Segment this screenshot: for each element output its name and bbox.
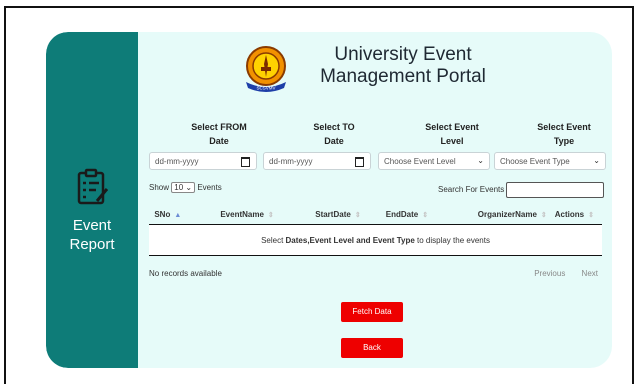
column-label: OrganizerName	[477, 209, 537, 219]
column-actions[interactable]: Actions ⇕	[554, 204, 602, 225]
event-level-selected: Choose Event Level	[384, 157, 456, 166]
sort-icon: ⇕	[540, 211, 547, 219]
main-panel: SCSVMV University Event Management Porta…	[138, 32, 612, 368]
sidebar: Event Report	[46, 32, 138, 368]
from-date-label-line1: Select FROM	[191, 122, 247, 132]
empty-msg-bold2: Event Type	[372, 235, 415, 245]
entries-label: Events	[197, 183, 222, 192]
search-label: Search For Events	[438, 185, 505, 194]
column-label: EndDate	[385, 209, 419, 219]
page-title: University Event Management Portal	[308, 44, 498, 88]
to-date-label-line2: Date	[324, 136, 344, 146]
table-header-row: SNo ▲ EventName ⇕ StartDate ⇕ EndDate ⇕ Orga…	[149, 204, 602, 225]
from-date-label: Select FROM Date	[164, 120, 274, 148]
from-date-placeholder: dd-mm-yyyy	[155, 157, 199, 166]
to-date-label-line1: Select TO	[313, 122, 355, 132]
from-date-label-line2: Date	[209, 136, 229, 146]
empty-msg-prefix: Select	[261, 235, 286, 245]
table-row: Select Dates,Event Level and Event Type …	[149, 224, 602, 256]
sort-icon: ⇕	[267, 211, 274, 219]
empty-msg-mid: and	[354, 235, 373, 245]
logo-text: SCSVMV	[256, 86, 275, 91]
column-organizername[interactable]: OrganizerName ⇕	[436, 204, 555, 225]
sort-asc-icon: ▲	[174, 211, 182, 219]
event-type-label-line1: Select Event	[537, 122, 591, 132]
title-line1: University Event	[334, 44, 472, 65]
column-enddate[interactable]: EndDate ⇕	[368, 204, 437, 225]
fetch-data-button[interactable]: Fetch Data	[341, 302, 403, 322]
show-label: Show	[149, 183, 170, 192]
column-startdate[interactable]: StartDate ⇕	[281, 204, 369, 225]
calendar-icon[interactable]	[241, 157, 250, 167]
to-date-label: Select TO Date	[279, 120, 389, 148]
calendar-icon[interactable]	[355, 157, 364, 167]
event-level-label: Select Event Level	[397, 120, 507, 148]
back-button[interactable]: Back	[341, 338, 403, 358]
empty-msg-suffix: to display the events	[414, 235, 490, 245]
pagination: Previous Next	[520, 269, 598, 278]
event-type-label-line2: Type	[553, 136, 575, 146]
empty-msg-bold1: Dates,Event Level	[285, 235, 355, 245]
column-label: Actions	[554, 209, 585, 219]
filter-labels: Select FROM Date Select TO Date Select E…	[138, 120, 612, 152]
portal-card: Event Report SCSVMV University Event Man…	[46, 32, 612, 368]
events-table: SNo ▲ EventName ⇕ StartDate ⇕ EndDate ⇕ Orga…	[149, 204, 602, 256]
clipboard-list-icon	[77, 168, 108, 205]
sidebar-label: Event Report	[46, 216, 138, 254]
column-label: StartDate	[315, 209, 351, 219]
sidebar-label-line2: Report	[69, 236, 115, 253]
to-date-placeholder: dd-mm-yyyy	[269, 157, 313, 166]
event-level-label-line1: Select Event	[425, 122, 479, 132]
page-length-select[interactable]: 10 ⌄	[171, 182, 196, 193]
search-input[interactable]	[506, 182, 604, 198]
chevron-down-icon: ⌄	[477, 156, 484, 165]
event-level-label-line2: Level	[440, 136, 464, 146]
from-date-input[interactable]: dd-mm-yyyy	[149, 152, 257, 170]
empty-table-message: Select Dates,Event Level and Event Type …	[149, 224, 602, 256]
university-seal-logo: SCSVMV	[246, 46, 286, 92]
sort-icon: ⇕	[354, 211, 361, 219]
next-page-button[interactable]: Next	[582, 269, 598, 278]
event-level-select[interactable]: Choose Event Level ⌄	[378, 152, 490, 170]
title-line2: Management Portal	[320, 66, 486, 87]
event-type-label: Select Event Type	[509, 120, 612, 148]
to-date-input[interactable]: dd-mm-yyyy	[263, 152, 371, 170]
chevron-down-icon: ⌄	[593, 156, 600, 165]
page-length-value: 10	[174, 183, 184, 192]
records-status: No records available	[149, 269, 222, 278]
column-label: EventName	[220, 209, 264, 219]
page-length-control: Show 10 ⌄ Events	[149, 182, 222, 193]
column-sno[interactable]: SNo ▲	[149, 204, 195, 225]
sort-icon: ⇕	[588, 211, 594, 219]
column-eventname[interactable]: EventName ⇕	[194, 204, 282, 225]
event-type-selected: Choose Event Type	[500, 157, 570, 166]
sidebar-label-line1: Event	[72, 217, 112, 234]
sort-icon: ⇕	[422, 211, 429, 219]
column-label: SNo	[154, 209, 171, 219]
previous-page-button[interactable]: Previous	[534, 269, 565, 278]
event-type-select[interactable]: Choose Event Type ⌄	[494, 152, 606, 170]
